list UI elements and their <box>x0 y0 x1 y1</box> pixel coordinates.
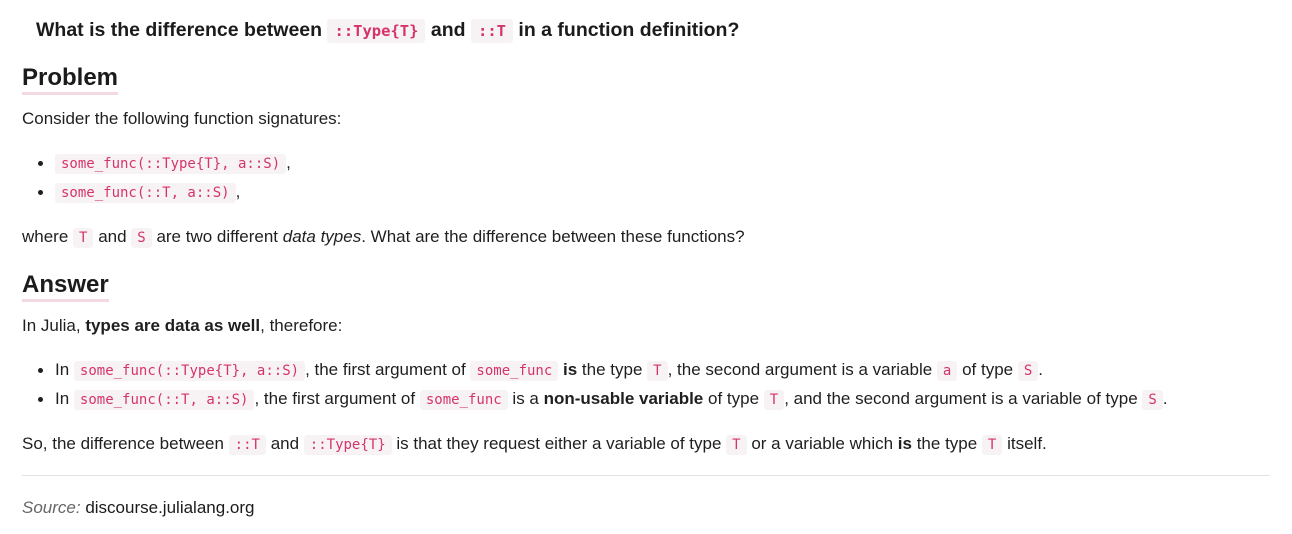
inline-code: T <box>73 228 94 248</box>
inline-code: T <box>763 390 785 410</box>
problem-heading: Problem <box>22 64 119 95</box>
problem-where: where T and S are two different data typ… <box>22 227 745 248</box>
inline-code: T <box>726 435 747 455</box>
inline-code: some_func(::T, a::S) <box>73 390 255 410</box>
inline-code: ::T <box>471 19 513 43</box>
list-item: some_func(::T, a::S), <box>38 181 291 210</box>
inline-code: ::Type{T} <box>303 435 392 455</box>
inline-code: a <box>936 361 958 381</box>
page: What is the difference between ::Type{T}… <box>0 0 1292 534</box>
inline-code: some_func(::T, a::S) <box>55 183 236 203</box>
inline-code: T <box>647 361 668 381</box>
problem-intro: Consider the following function signatur… <box>22 109 342 128</box>
list-item: some_func(::Type{T}, a::S), <box>38 152 291 181</box>
inline-code: some_func(::Type{T}, a::S) <box>73 361 306 381</box>
inline-code: S <box>1142 390 1163 410</box>
inline-code: S <box>131 228 152 248</box>
inline-code: T <box>981 435 1003 455</box>
source-line: Source: discourse.julialang.org <box>22 497 254 519</box>
answer-heading: Answer <box>22 271 109 302</box>
signature-list: some_func(::Type{T}, a::S), some_func(::… <box>38 152 291 210</box>
page-title: What is the difference between ::Type{T}… <box>36 19 740 43</box>
inline-code: ::Type{T} <box>327 19 426 43</box>
list-item: In some_func(::T, a::S), the first argum… <box>38 388 1168 417</box>
source-label: Source: <box>22 498 81 517</box>
inline-code: ::T <box>228 435 266 455</box>
inline-code: some_func <box>419 390 508 410</box>
inline-code: S <box>1017 361 1039 381</box>
inline-code: some_func <box>470 361 559 381</box>
answer-intro: In Julia, types are data as well, theref… <box>22 316 343 335</box>
answer-list: In some_func(::Type{T}, a::S), the first… <box>38 359 1168 417</box>
answer-conclusion: So, the difference between ::T and ::Typ… <box>22 434 1047 455</box>
inline-code: some_func(::Type{T}, a::S) <box>55 154 287 174</box>
source-link[interactable]: discourse.julialang.org <box>85 498 254 517</box>
list-item: In some_func(::Type{T}, a::S), the first… <box>38 359 1168 388</box>
divider <box>22 475 1270 476</box>
